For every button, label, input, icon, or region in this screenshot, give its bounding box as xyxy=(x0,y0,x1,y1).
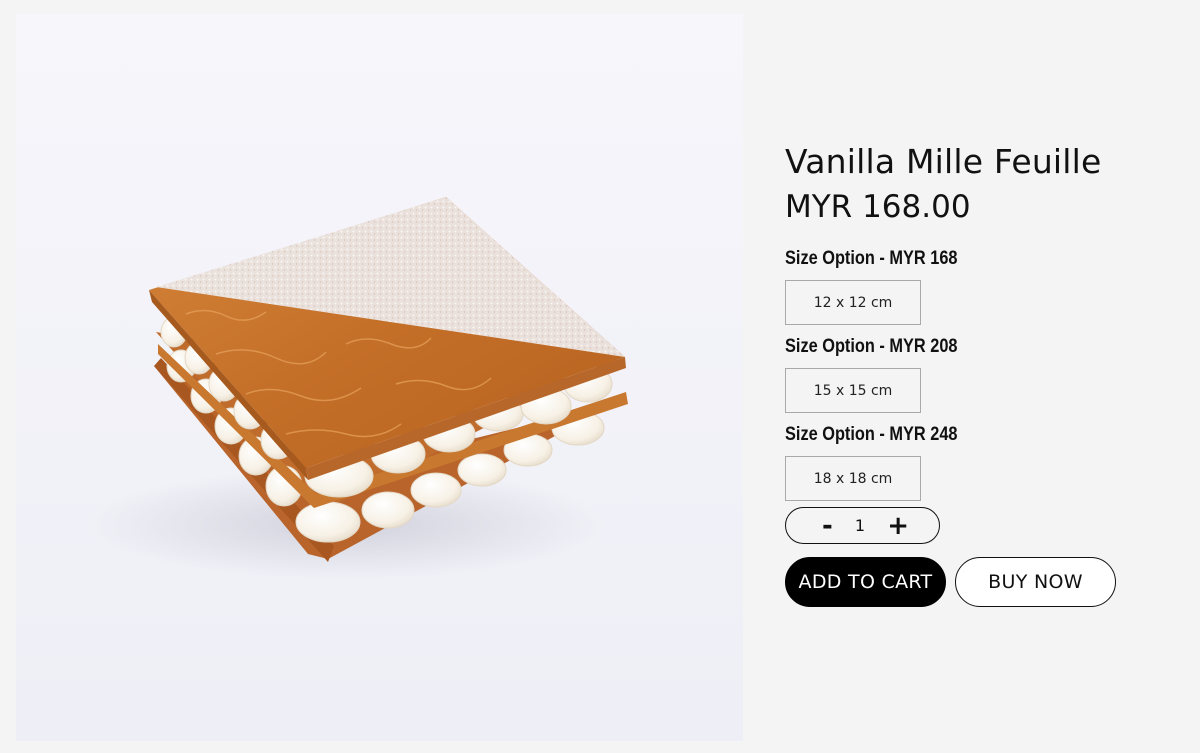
product-image xyxy=(16,14,743,741)
size-option-group-3: Size Option - MYR 248 18 x 18 cm xyxy=(785,423,986,501)
add-to-cart-button[interactable]: ADD TO CART xyxy=(785,557,946,607)
product-title: Vanilla Mille Feuille xyxy=(785,142,1102,181)
quantity-decrease-button[interactable]: - xyxy=(822,513,833,539)
size-option-group-2: Size Option - MYR 208 15 x 15 cm xyxy=(785,335,986,413)
quantity-value[interactable]: 1 xyxy=(855,516,865,535)
size-option-label: Size Option - MYR 208 xyxy=(785,336,958,357)
pastry-photo xyxy=(86,197,628,579)
buy-now-button[interactable]: BUY NOW xyxy=(955,557,1116,607)
size-option-group-1: Size Option - MYR 168 12 x 12 cm xyxy=(785,247,986,325)
size-option-label: Size Option - MYR 168 xyxy=(785,248,958,269)
size-option-label: Size Option - MYR 248 xyxy=(785,424,958,445)
size-option-12[interactable]: 12 x 12 cm xyxy=(785,280,921,325)
quantity-increase-button[interactable]: + xyxy=(887,513,909,539)
size-option-15[interactable]: 15 x 15 cm xyxy=(785,368,921,413)
quantity-stepper: - 1 + xyxy=(785,507,940,544)
size-option-18[interactable]: 18 x 18 cm xyxy=(785,456,921,501)
product-price: MYR 168.00 xyxy=(785,189,971,225)
